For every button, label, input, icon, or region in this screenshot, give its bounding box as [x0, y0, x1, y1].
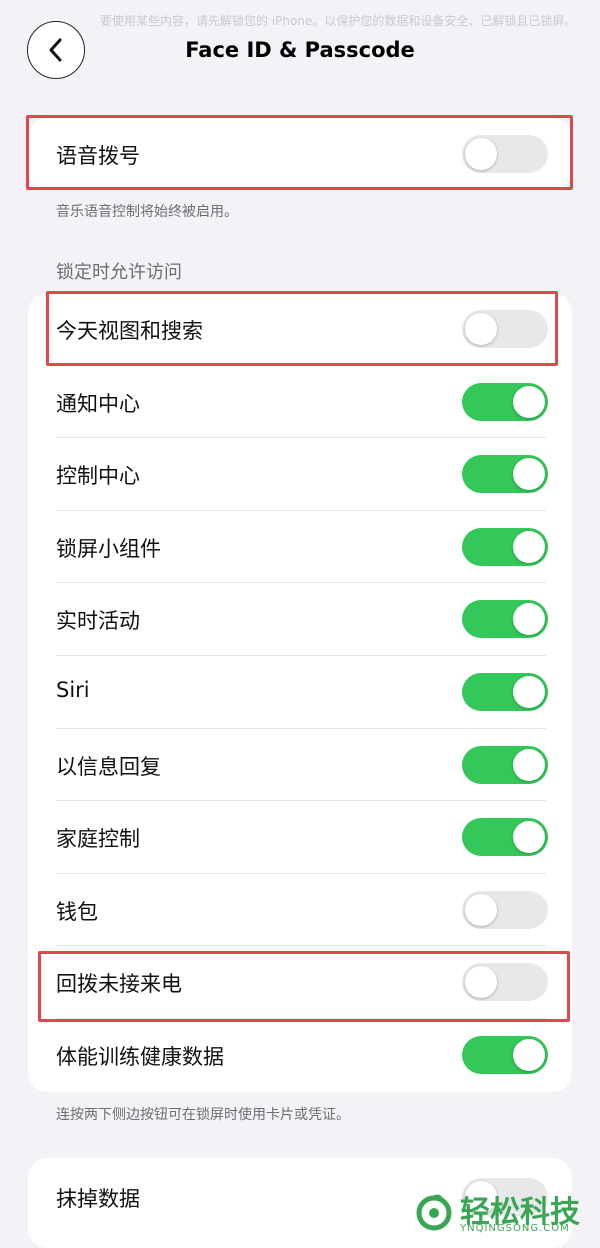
locked-access-row: 今天视图和搜索 [28, 293, 572, 366]
erase-data-label: 抹掉数据 [56, 1187, 140, 1211]
voice-footnote: 音乐语音控制将始终被启用。 [56, 204, 238, 220]
section-header-locked-access: 锁定时允许访问 [56, 262, 182, 283]
toggle-knob [465, 966, 497, 999]
toggle-knob [513, 603, 545, 636]
locked-access-label: 回拨未接来电 [56, 972, 182, 997]
locked-access-row: 锁屏小组件 [28, 511, 572, 584]
back-button[interactable] [27, 21, 85, 79]
locked-access-toggle[interactable] [462, 890, 548, 929]
locked-access-row: 实时活动 [28, 583, 572, 656]
locked-access-toggle[interactable] [462, 310, 548, 348]
locked-footnote: 连按两下侧边按钮可在锁屏时使用卡片或凭证。 [56, 1107, 350, 1123]
locked-access-row: 钱包 [28, 874, 572, 947]
locked-access-label: 控制中心 [56, 464, 140, 489]
locked-access-toggle[interactable] [462, 382, 548, 421]
locked-access-row: 家庭控制 [28, 801, 572, 874]
locked-access-row: Siri [28, 656, 572, 729]
locked-access-toggle[interactable] [462, 963, 548, 1002]
voice-dial-toggle[interactable] [462, 135, 548, 173]
watermark-subtext: YNQINGSONG.COM [460, 1223, 570, 1234]
locked-access-label: 钱包 [56, 899, 98, 924]
locked-access-row: 体能训练健康数据 [28, 1019, 572, 1092]
toggle-knob [513, 1039, 545, 1071]
locked-access-row: 通知中心 [28, 366, 572, 439]
toggle-knob [513, 748, 545, 781]
locked-access-card: 今天视图和搜索 通知中心控制中心锁屏小组件实时活动 Siri 以信息回复家庭控制钱包回… [28, 293, 572, 1092]
toggle-knob [513, 385, 545, 418]
voice-dial-row: 语音拨号 [28, 118, 572, 190]
locked-access-label: 今天视图和搜索 [56, 319, 203, 343]
locked-access-row: 回拨未接来电 [28, 946, 572, 1019]
locked-access-row: 以信息回复 [28, 729, 572, 802]
leaf-logo-icon [416, 1194, 452, 1231]
locked-access-toggle[interactable] [462, 527, 548, 566]
locked-access-toggle[interactable] [462, 1036, 548, 1074]
locked-access-label: 家庭控制 [56, 827, 140, 852]
locked-access-label: 体能训练健康数据 [56, 1045, 224, 1069]
locked-access-label: Siri [56, 678, 90, 702]
page-title: Face ID & Passcode [185, 38, 415, 62]
locked-access-toggle[interactable] [462, 455, 548, 494]
toggle-knob [465, 313, 497, 345]
toggle-knob [513, 676, 545, 708]
navigation-bar: 要使用某些内容，请先解锁您的 iPhone。以保护您的数据和设备安全、已解锁且已… [0, 0, 600, 100]
toggle-knob [465, 893, 497, 926]
watermark-logo: 轻松科技 YNQINGSONG.COM [414, 1187, 600, 1239]
toggle-knob [465, 138, 497, 170]
locked-access-label: 实时活动 [56, 609, 140, 634]
faded-description-text: 要使用某些内容，请先解锁您的 iPhone。以保护您的数据和设备安全、已解锁且已… [100, 14, 577, 28]
toggle-knob [513, 821, 545, 854]
locked-access-toggle[interactable] [462, 600, 548, 639]
locked-access-toggle[interactable] [462, 745, 548, 784]
locked-access-label: 以信息回复 [56, 754, 161, 779]
locked-access-row: 控制中心 [28, 438, 572, 511]
voice-dial-card: 语音拨号 [28, 118, 572, 190]
locked-access-label: 锁屏小组件 [56, 536, 161, 561]
toggle-knob [513, 458, 545, 491]
locked-access-toggle[interactable] [462, 818, 548, 857]
locked-access-toggle[interactable] [462, 673, 548, 711]
voice-dial-label: 语音拨号 [56, 144, 140, 168]
toggle-knob [513, 530, 545, 563]
chevron-left-icon [49, 38, 62, 62]
locked-access-label: 通知中心 [56, 391, 140, 416]
